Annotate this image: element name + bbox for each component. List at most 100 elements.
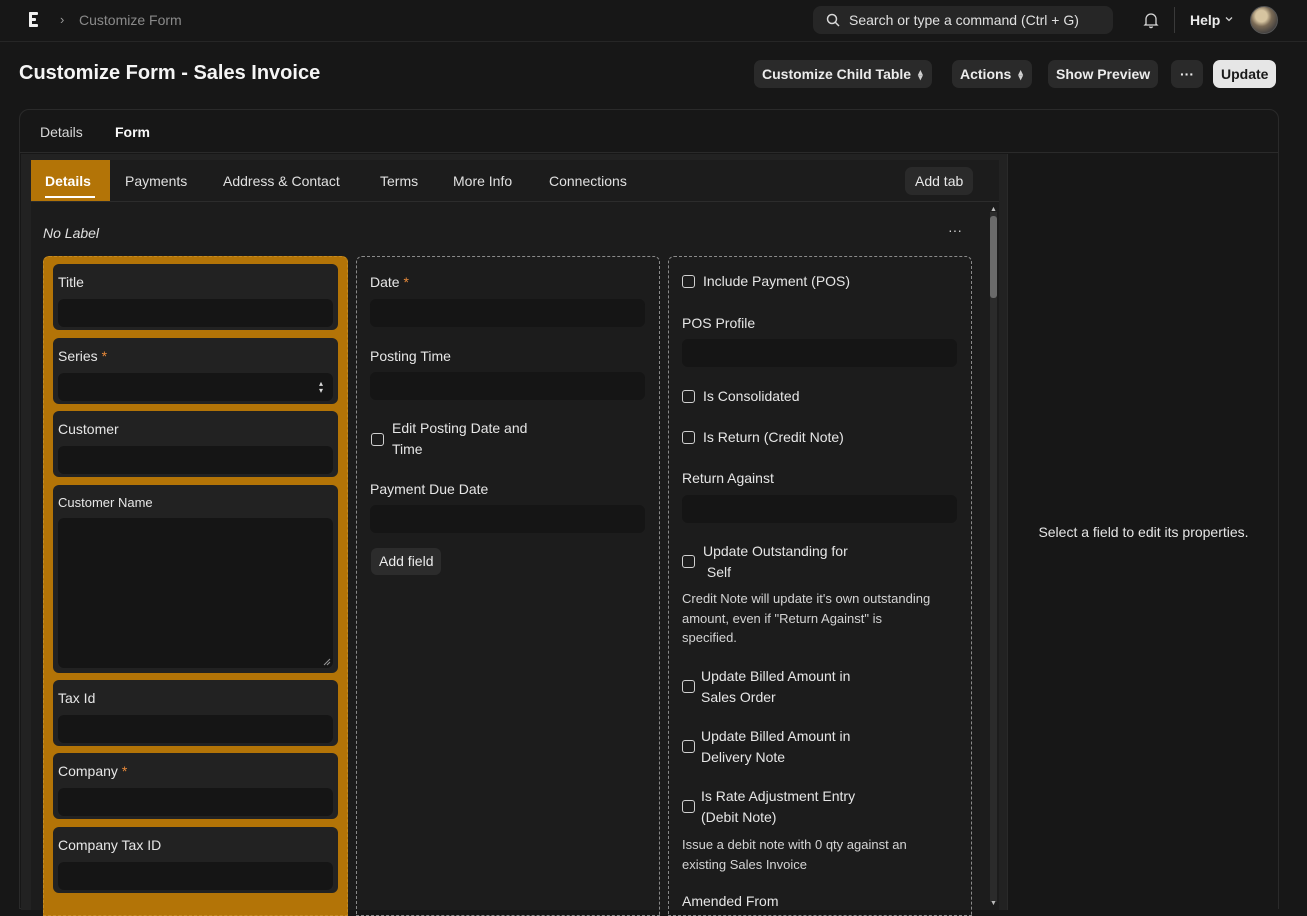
scroll-down-arrow-icon[interactable]: ▼ xyxy=(990,900,997,907)
avatar[interactable] xyxy=(1250,6,1278,34)
field-company[interactable]: Company * xyxy=(53,753,338,819)
form-tab-payments[interactable]: Payments xyxy=(125,173,187,189)
field-label: Customer Name xyxy=(58,495,153,510)
field-series[interactable]: Series * ▴ ▾ xyxy=(53,338,338,404)
label-line: Edit Posting Date and xyxy=(392,420,528,436)
column-1[interactable]: Title Series * ▴ ▾ Customer Customer Name xyxy=(43,256,348,916)
properties-empty-message: Select a field to edit its properties. xyxy=(1038,524,1249,540)
return-against-input[interactable] xyxy=(682,495,957,523)
more-options-button[interactable]: ··· xyxy=(1171,60,1203,88)
active-tab-underline xyxy=(45,196,95,198)
label-line: Self xyxy=(706,564,732,580)
page-title: Customize Form - Sales Invoice xyxy=(19,62,321,84)
field-company-tax-id[interactable]: Company Tax ID xyxy=(53,827,338,893)
help-menu[interactable]: Help xyxy=(1190,12,1220,28)
include-payment-checkbox[interactable] xyxy=(682,275,695,288)
field-label: Series * xyxy=(58,348,107,364)
date-label: Date xyxy=(370,274,400,290)
form-scrollbar[interactable]: ▲ ▼ xyxy=(989,206,998,910)
company-tax-id-input[interactable] xyxy=(58,862,333,890)
payment-due-date-label[interactable]: Payment Due Date xyxy=(370,481,488,497)
update-billed-so-label[interactable]: Update Billed Amount in Sales Order xyxy=(701,666,850,708)
resize-handle-icon[interactable] xyxy=(323,658,331,666)
field-label[interactable]: Date * xyxy=(370,274,409,290)
column-2[interactable]: Date * Posting Time Edit Posting Date an… xyxy=(356,256,660,916)
update-outstanding-label[interactable]: Update Outstanding for Self xyxy=(703,541,848,583)
notification-bell-icon[interactable] xyxy=(1142,11,1160,29)
posting-time-input[interactable] xyxy=(370,372,645,400)
company-label: Company xyxy=(58,763,118,779)
field-customer-name[interactable]: Customer Name xyxy=(53,485,338,673)
form-tab-connections[interactable]: Connections xyxy=(549,173,627,189)
update-billed-dn-label[interactable]: Update Billed Amount in Delivery Note xyxy=(701,726,850,768)
chevron-down-icon[interactable] xyxy=(1224,14,1234,24)
customize-child-table-button[interactable]: Customize Child Table ▴ ▾ xyxy=(754,60,933,88)
form-tab-details[interactable]: Details xyxy=(31,160,110,201)
customer-input[interactable] xyxy=(58,446,333,474)
add-tab-button[interactable]: Add tab xyxy=(905,167,974,195)
button-label: Actions xyxy=(960,66,1012,82)
field-tax-id[interactable]: Tax Id xyxy=(53,680,338,746)
series-select[interactable]: ▴ ▾ xyxy=(58,373,333,401)
form-tab-terms[interactable]: Terms xyxy=(380,173,418,189)
customer-name-textarea[interactable] xyxy=(58,518,333,668)
section-menu-icon[interactable]: ··· xyxy=(948,222,962,238)
button-label: Customize Child Table xyxy=(762,66,912,82)
section-label[interactable]: No Label xyxy=(43,225,99,241)
tax-id-input[interactable] xyxy=(58,715,333,743)
is-consolidated-checkbox[interactable] xyxy=(682,390,695,403)
return-against-label[interactable]: Return Against xyxy=(682,470,774,486)
top-tabs: Details Form xyxy=(20,110,1278,153)
search-bar[interactable]: Search or type a command (Ctrl + G) xyxy=(813,6,1113,34)
payment-due-date-input[interactable] xyxy=(370,505,645,533)
update-button[interactable]: Update xyxy=(1213,60,1277,88)
field-customer[interactable]: Customer xyxy=(53,411,338,477)
include-payment-label[interactable]: Include Payment (POS) xyxy=(703,271,850,292)
title-input[interactable] xyxy=(58,299,333,327)
label-line: Update Billed Amount in xyxy=(701,668,851,684)
form-tabs: Details Payments Address & Contact Terms… xyxy=(31,160,999,202)
label-line: Delivery Note xyxy=(701,749,786,765)
tab-form[interactable]: Form xyxy=(115,124,150,140)
posting-time-label[interactable]: Posting Time xyxy=(370,348,451,364)
is-return-checkbox[interactable] xyxy=(682,431,695,444)
navbar: › Customize Form Search or type a comman… xyxy=(0,0,1307,42)
actions-button[interactable]: Actions ▴ ▾ xyxy=(952,60,1033,88)
breadcrumb[interactable]: Customize Form xyxy=(79,12,182,28)
show-preview-button[interactable]: Show Preview xyxy=(1048,60,1159,88)
amended-from-label[interactable]: Amended From xyxy=(682,893,778,909)
field-label: Customer xyxy=(58,421,119,437)
search-icon xyxy=(826,13,840,27)
add-field-button[interactable]: Add field xyxy=(371,548,442,575)
required-asterisk: * xyxy=(101,348,108,364)
chevron-right-icon: › xyxy=(60,12,65,27)
app-logo-icon[interactable] xyxy=(26,11,40,29)
scrollbar-track[interactable] xyxy=(990,212,997,902)
tab-details[interactable]: Details xyxy=(40,124,83,140)
edit-posting-label[interactable]: Edit Posting Date and Time xyxy=(392,418,527,460)
field-title[interactable]: Title xyxy=(53,264,338,330)
help-line: amount, even if "Return Against" is xyxy=(682,610,883,626)
date-input[interactable] xyxy=(370,299,645,327)
form-tab-address-contact[interactable]: Address & Contact xyxy=(223,173,340,189)
rate-adjustment-checkbox[interactable] xyxy=(682,800,695,813)
update-outstanding-checkbox[interactable] xyxy=(682,555,695,568)
required-asterisk: * xyxy=(121,763,128,779)
edit-posting-checkbox[interactable] xyxy=(371,433,384,446)
update-billed-so-checkbox[interactable] xyxy=(682,680,695,693)
help-line: existing Sales Invoice xyxy=(682,856,808,872)
column-3[interactable]: Include Payment (POS) POS Profile Is Con… xyxy=(668,256,972,916)
update-billed-dn-checkbox[interactable] xyxy=(682,740,695,753)
company-input[interactable] xyxy=(58,788,333,816)
scroll-up-arrow-icon[interactable]: ▲ xyxy=(990,206,997,213)
pos-profile-input[interactable] xyxy=(682,339,957,367)
help-line: Credit Note will update it's own outstan… xyxy=(682,591,931,606)
is-return-label[interactable]: Is Return (Credit Note) xyxy=(703,427,844,448)
form-tab-more-info[interactable]: More Info xyxy=(453,173,512,189)
is-consolidated-label[interactable]: Is Consolidated xyxy=(703,386,800,407)
scrollbar-thumb[interactable] xyxy=(990,216,997,298)
field-label: Tax Id xyxy=(58,690,96,706)
select-arrows-icon: ▴ ▾ xyxy=(918,67,923,83)
pos-profile-label[interactable]: POS Profile xyxy=(682,315,755,331)
rate-adjustment-label[interactable]: Is Rate Adjustment Entry (Debit Note) xyxy=(701,786,855,828)
